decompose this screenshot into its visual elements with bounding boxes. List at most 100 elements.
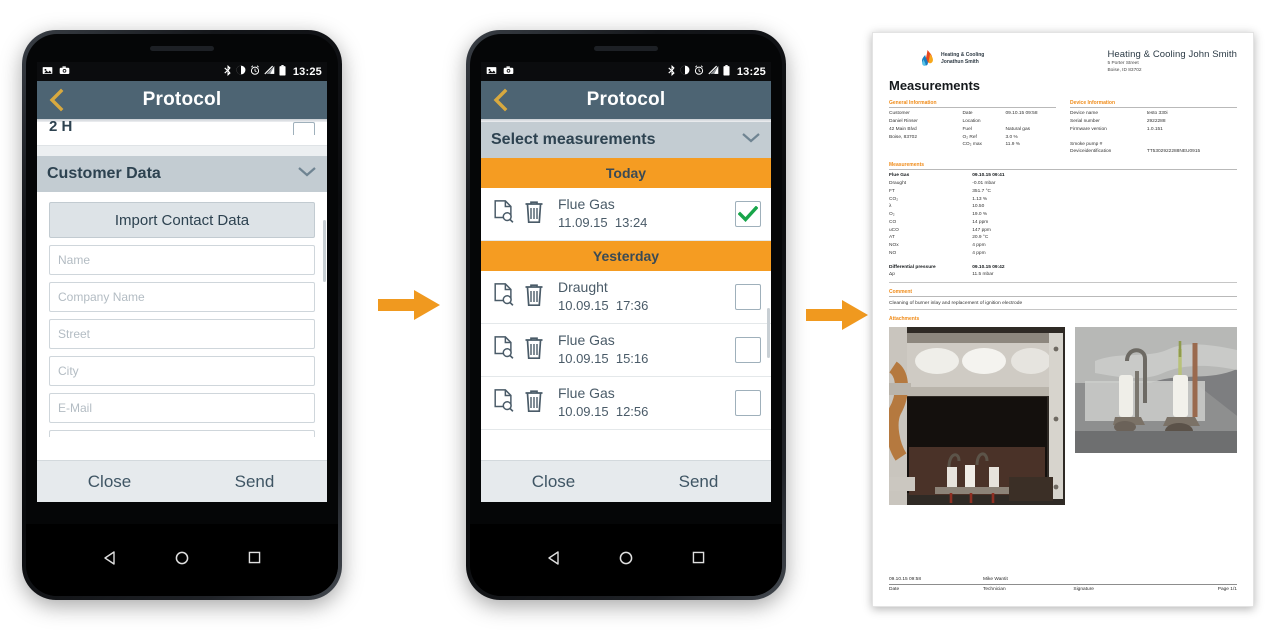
kv-key: CO₂ bbox=[889, 196, 899, 202]
list-item[interactable]: Draught 10.09.15 17:36 bbox=[481, 271, 771, 324]
phone-field[interactable] bbox=[49, 430, 315, 437]
kv-key: Draught bbox=[889, 180, 907, 186]
general-information-block: General Information Customer Daniel Rins… bbox=[889, 100, 1056, 156]
section-gap bbox=[37, 146, 327, 156]
phone-device-1: 13:25 Protocol 2 H Customer Data Import … bbox=[22, 30, 342, 600]
chevron-down-icon[interactable] bbox=[741, 131, 761, 149]
kv-key: Fuel bbox=[962, 126, 972, 132]
measurement-name: Draught bbox=[558, 279, 608, 296]
measurements-rule bbox=[889, 282, 1237, 284]
back-chevron-icon[interactable] bbox=[491, 88, 509, 112]
phone-2-body: 13:25 Protocol Select measurements Today… bbox=[470, 34, 782, 596]
kv-value bbox=[1005, 118, 1055, 126]
measurement-date: 10.09.15 bbox=[558, 403, 609, 419]
camera-icon bbox=[59, 65, 70, 79]
flow-arrow-2 bbox=[806, 298, 870, 337]
kv-value: -0.01 mbar bbox=[972, 180, 996, 186]
attachment-photos bbox=[889, 327, 1237, 506]
partial-row-checkbox[interactable] bbox=[293, 122, 315, 135]
vertical-scrollbar[interactable] bbox=[767, 308, 770, 358]
phone-device-2: 13:25 Protocol Select measurements Today… bbox=[466, 30, 786, 600]
customer-data-form: Import Contact Data Name Company Name St… bbox=[37, 192, 327, 437]
scrolled-partial-row[interactable]: 2 H bbox=[37, 118, 327, 146]
list-item[interactable]: Flue Gas 11.09.15 13:24 bbox=[481, 188, 771, 241]
footer-date-value: 09.10.15 09:58 bbox=[889, 577, 922, 582]
nav-back-icon[interactable] bbox=[546, 550, 562, 571]
kv-key: Smoke pump # bbox=[1070, 141, 1103, 147]
preview-document-icon[interactable] bbox=[493, 335, 514, 365]
preview-document-icon[interactable] bbox=[493, 388, 514, 418]
earpiece-speaker-2 bbox=[594, 46, 658, 51]
close-button[interactable]: Close bbox=[37, 472, 182, 492]
name-field[interactable]: Name bbox=[49, 245, 315, 275]
measurement-checkbox[interactable] bbox=[735, 284, 761, 310]
kv-key: λ bbox=[889, 204, 892, 210]
customer-label: Customer bbox=[889, 111, 910, 117]
measurement-checkbox-checked[interactable] bbox=[735, 201, 761, 227]
nav-home-icon[interactable] bbox=[618, 550, 634, 571]
android-nav-bar-1 bbox=[26, 524, 338, 596]
list-item[interactable]: Flue Gas 10.09.15 12:56 bbox=[481, 377, 771, 430]
vertical-scrollbar[interactable] bbox=[323, 220, 326, 282]
phone-2-screen: 13:25 Protocol Select measurements Today… bbox=[481, 62, 771, 502]
kv-value bbox=[1147, 141, 1237, 149]
delete-trash-icon[interactable] bbox=[524, 200, 544, 229]
document-header: Heating & Cooling Jonathun Smith Heating… bbox=[889, 49, 1237, 74]
measurement-date: 10.09.15 bbox=[558, 297, 609, 313]
delete-trash-icon[interactable] bbox=[524, 283, 544, 312]
measurement-name: Flue Gas bbox=[558, 385, 615, 402]
nav-recents-icon[interactable] bbox=[691, 550, 706, 570]
city-field[interactable]: City bbox=[49, 356, 315, 386]
kv-value: 11.9 % bbox=[1005, 142, 1021, 148]
signal-icon bbox=[264, 65, 275, 78]
email-field[interactable]: E-Mail bbox=[49, 393, 315, 423]
delete-trash-icon[interactable] bbox=[524, 336, 544, 365]
customer-name: Daniel Rinser bbox=[889, 119, 918, 125]
back-chevron-icon[interactable] bbox=[47, 88, 65, 112]
general-information-rows: Date 09.10.15 09:58 Location Fuel Natural … bbox=[962, 110, 1056, 149]
kv-key: NO bbox=[889, 250, 897, 256]
close-button[interactable]: Close bbox=[481, 472, 626, 492]
measurements-table: Flue Gas 09.10.15 09:41 Draught -0.01 mbar… bbox=[889, 172, 1070, 279]
phone-1-screen: 13:25 Protocol 2 H Customer Data Import … bbox=[37, 62, 327, 502]
chevron-down-icon[interactable] bbox=[297, 165, 317, 183]
measurement-time: 12:56 bbox=[615, 403, 649, 419]
section-title: Select measurements bbox=[491, 131, 656, 148]
measurement-checkbox[interactable] bbox=[735, 390, 761, 416]
street-field[interactable]: Street bbox=[49, 319, 315, 349]
import-contact-data-button[interactable]: Import Contact Data bbox=[49, 202, 315, 238]
camera-icon bbox=[503, 65, 514, 79]
preview-document-icon[interactable] bbox=[493, 199, 514, 229]
footer-rule bbox=[889, 584, 1237, 585]
measurements-list: Today Flue Gas 11.09.15 13:24 Yesterday … bbox=[481, 158, 771, 456]
preview-document-icon[interactable] bbox=[493, 282, 514, 312]
list-item[interactable]: Flue Gas 10.09.15 15:16 bbox=[481, 324, 771, 377]
comment-label: Comment bbox=[889, 289, 1237, 298]
measurement-checkbox[interactable] bbox=[735, 337, 761, 363]
company-name-field[interactable]: Company Name bbox=[49, 282, 315, 312]
kv-value: 10.50 bbox=[972, 204, 985, 210]
measurement-group-name: Differential pressure bbox=[889, 264, 936, 270]
nav-back-icon[interactable] bbox=[102, 550, 118, 571]
kv-value: 3.0 % bbox=[1005, 134, 1018, 140]
nav-home-icon[interactable] bbox=[174, 550, 190, 571]
status-bar-1: 13:25 bbox=[37, 62, 327, 81]
general-information-label: General Information bbox=[889, 100, 1056, 109]
bottom-action-bar-2: Close Send bbox=[481, 460, 771, 502]
customer-city: Boise, 83702 bbox=[889, 134, 918, 140]
delete-trash-icon[interactable] bbox=[524, 389, 544, 418]
status-bar-2: 13:25 bbox=[481, 62, 771, 81]
send-button[interactable]: Send bbox=[182, 472, 327, 492]
customer-street: 42 Main Blvd bbox=[889, 126, 917, 132]
alarm-icon bbox=[694, 65, 704, 78]
nav-recents-icon[interactable] bbox=[247, 550, 262, 570]
section-header-select-measurements[interactable]: Select measurements bbox=[481, 122, 771, 158]
bluetooth-icon bbox=[223, 64, 232, 79]
section-header-customer-data[interactable]: Customer Data bbox=[37, 156, 327, 192]
kv-value: 147 ppm bbox=[972, 227, 991, 233]
measurement-date: 11.09.15 bbox=[558, 214, 608, 230]
footer-spacer bbox=[1195, 577, 1237, 582]
kv-value: 19.0 % bbox=[972, 212, 988, 218]
send-button[interactable]: Send bbox=[626, 472, 771, 492]
logo-line-1: Heating & Cooling bbox=[941, 51, 985, 58]
